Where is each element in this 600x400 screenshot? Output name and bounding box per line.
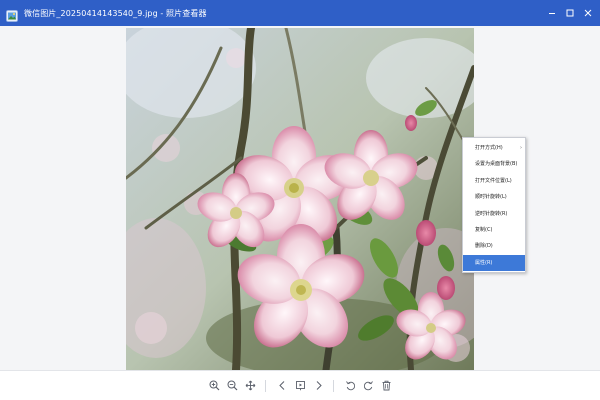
menu-item-open-with[interactable]: 打开方式(H) ›: [463, 140, 525, 156]
blossom-photo: [126, 28, 474, 370]
fit-screen-button[interactable]: [243, 378, 257, 392]
zoom-in-icon: [209, 380, 219, 390]
maximize-icon: [566, 9, 574, 17]
menu-item-label: 打开文件位置(L): [475, 177, 512, 184]
image-viewer-area[interactable]: 打开方式(H) › 设置为桌面背景(B) 打开文件位置(L) 顺时针旋转(L) …: [0, 26, 600, 370]
menu-item-rotate-counterclockwise[interactable]: 逆时针旋转(R): [463, 206, 525, 222]
menu-item-label: 复制(C): [475, 226, 493, 233]
delete-button[interactable]: [379, 378, 393, 392]
context-menu: 打开方式(H) › 设置为桌面背景(B) 打开文件位置(L) 顺时针旋转(L) …: [462, 137, 526, 273]
title-bar[interactable]: 微信图片_20250414143540_9.jpg - 照片查看器: [0, 0, 600, 26]
previous-icon: [278, 380, 284, 390]
menu-item-properties[interactable]: 属性(R): [463, 254, 525, 272]
photo-viewer-app-icon: [6, 7, 18, 22]
menu-item-copy[interactable]: 复制(C): [463, 222, 525, 238]
zoom-out-button[interactable]: [225, 378, 239, 392]
menu-item-label: 逆时针旋转(R): [475, 210, 508, 217]
rotate-right-icon: [363, 380, 373, 390]
menu-item-delete[interactable]: 删除(D): [463, 238, 525, 254]
delete-icon: [382, 380, 390, 390]
menu-item-open-file-location[interactable]: 打开文件位置(L): [463, 173, 525, 189]
toolbar-divider: [265, 380, 266, 392]
next-button[interactable]: [311, 378, 325, 392]
slideshow-button[interactable]: [293, 378, 307, 392]
slideshow-icon: [295, 380, 305, 390]
photo-viewer-window: 微信图片_20250414143540_9.jpg - 照片查看器 打开方式(H…: [0, 0, 600, 400]
minimize-button[interactable]: [544, 5, 560, 21]
window-title: 微信图片_20250414143540_9.jpg - 照片查看器: [24, 8, 207, 18]
rotate-right-button[interactable]: [361, 378, 375, 392]
previous-button[interactable]: [275, 378, 289, 392]
menu-item-label: 属性(R): [475, 259, 493, 266]
bottom-toolbar: [0, 370, 600, 400]
menu-item-set-desktop-background[interactable]: 设置为桌面背景(B): [463, 156, 525, 172]
zoom-in-button[interactable]: [207, 378, 221, 392]
window-controls: [542, 0, 596, 26]
submenu-arrow-icon: ›: [520, 145, 522, 151]
photo-display[interactable]: [126, 28, 474, 370]
toolbar-divider: [333, 380, 334, 392]
menu-item-label: 设置为桌面背景(B): [475, 161, 518, 168]
minimize-icon: [549, 13, 555, 14]
fit-screen-icon: [245, 380, 255, 390]
menu-item-label: 删除(D): [475, 243, 493, 250]
menu-item-label: 顺时针旋转(L): [475, 194, 507, 201]
close-icon: [584, 9, 592, 17]
menu-item-label: 打开方式(H): [475, 145, 503, 151]
menu-item-rotate-clockwise[interactable]: 顺时针旋转(L): [463, 189, 525, 205]
zoom-out-icon: [227, 380, 237, 390]
close-button[interactable]: [580, 5, 596, 21]
rotate-left-button[interactable]: [343, 378, 357, 392]
maximize-button[interactable]: [562, 5, 578, 21]
rotate-left-icon: [345, 380, 355, 390]
next-icon: [316, 380, 322, 390]
